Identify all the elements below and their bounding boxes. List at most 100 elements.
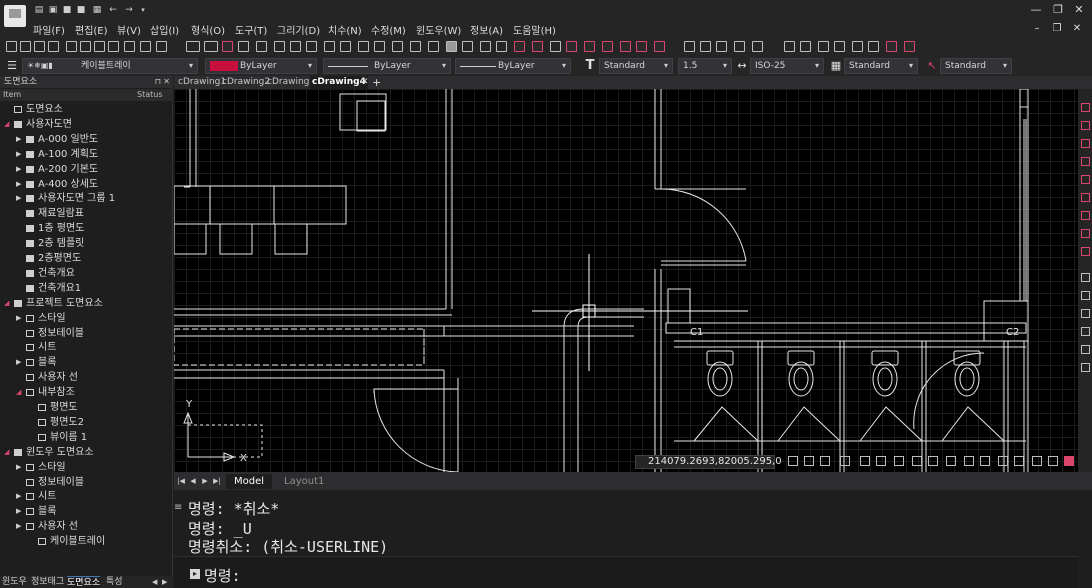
layer-state-icon[interactable] — [904, 41, 915, 52]
panel-tab-infotag[interactable]: 정보태그 — [31, 576, 64, 588]
rectangle-tool-icon[interactable] — [324, 41, 335, 52]
tree-item[interactable]: 평면도2 — [0, 415, 168, 430]
spline-tool-icon[interactable] — [410, 41, 421, 52]
expanded-icon[interactable]: ◢ — [16, 385, 24, 400]
tree-item[interactable]: 정보테이블 — [0, 475, 168, 490]
modify-tool-icon[interactable] — [700, 41, 711, 52]
dim-style-dropdown[interactable]: ISO-25 ▾ — [750, 58, 824, 74]
layer-state-icon[interactable] — [800, 41, 811, 52]
close-icon[interactable]: ✕ — [1071, 3, 1087, 17]
layer-state-icon[interactable] — [834, 41, 845, 52]
hardware-icon[interactable] — [1014, 456, 1024, 466]
tree-item[interactable]: ◢ 사용자도면 — [0, 117, 168, 132]
tab-model[interactable]: Model — [226, 474, 273, 489]
otrack-icon[interactable] — [876, 456, 886, 466]
prev-layout-icon[interactable]: ◀ — [188, 475, 198, 487]
gradient-tool-icon[interactable] — [462, 41, 473, 52]
tree-item[interactable]: 평면도 — [0, 400, 168, 415]
view-tool-icon[interactable] — [1081, 291, 1090, 300]
tree-item[interactable]: 2층 템플릿 — [0, 236, 168, 251]
clean-screen-icon[interactable] — [1032, 456, 1042, 466]
text-style-dropdown[interactable]: Standard ▾ — [599, 58, 673, 74]
tree-item[interactable]: ▶ 스타일 — [0, 311, 168, 326]
text-height-dropdown[interactable]: 1.5 ▾ — [678, 58, 732, 74]
spline-tool-icon[interactable] — [274, 41, 285, 52]
circle-tool-icon[interactable] — [358, 41, 369, 52]
last-layout-icon[interactable]: ▶| — [212, 475, 222, 487]
collapsed-icon[interactable]: ▶ — [16, 311, 24, 326]
snap-icon[interactable] — [788, 456, 798, 466]
save-icon[interactable]: ■ — [62, 6, 72, 15]
layer-manager-icon[interactable]: ☰ — [6, 60, 18, 72]
revcloud-tool-icon[interactable] — [392, 41, 403, 52]
lineweight-icon[interactable] — [912, 456, 922, 466]
grip-icon[interactable]: ≡ — [174, 502, 182, 513]
layer-tool-icon[interactable] — [48, 41, 59, 52]
arrow-right-icon[interactable]: ▶ — [162, 576, 167, 588]
tree-item[interactable]: ▶ 사용자 선 — [0, 519, 168, 534]
table-tool-icon[interactable] — [496, 41, 507, 52]
column-status[interactable]: Status — [137, 89, 163, 101]
panel-tab-properties[interactable]: 특성 — [106, 576, 123, 588]
dimension-tool-icon[interactable] — [1081, 139, 1090, 148]
dimension-tool-icon[interactable] — [1081, 211, 1090, 220]
match-tool-icon[interactable] — [66, 41, 77, 52]
arrow-left-icon[interactable]: ◀ — [152, 576, 157, 588]
close-tab-icon[interactable]: ✕ — [361, 76, 369, 89]
ellipse-tool-icon[interactable] — [428, 41, 439, 52]
dimension-tool-icon[interactable] — [1081, 103, 1090, 112]
menu-dimension[interactable]: 치수(N) — [328, 22, 362, 37]
grid-icon[interactable] — [804, 456, 814, 466]
doc-minimize-icon[interactable]: – — [1030, 22, 1044, 36]
polar-icon[interactable] — [840, 456, 850, 466]
dimension-tool-icon[interactable] — [1081, 193, 1090, 202]
collapsed-icon[interactable]: ▶ — [16, 132, 24, 147]
insert-tool-icon[interactable] — [550, 41, 561, 52]
view-tool-icon[interactable] — [1081, 327, 1090, 336]
match-tool-icon[interactable] — [140, 41, 151, 52]
tree-item[interactable]: 1층 평면도 — [0, 221, 168, 236]
redo-icon[interactable]: → — [124, 6, 134, 15]
polygon-tool-icon[interactable] — [306, 41, 317, 52]
print-icon[interactable]: ▦ — [92, 6, 102, 15]
new-tab-icon[interactable]: + — [372, 76, 381, 89]
match-tool-icon[interactable] — [108, 41, 119, 52]
tree-item[interactable]: ◢ 내부참조 — [0, 385, 168, 400]
column-item[interactable]: Item — [3, 89, 21, 101]
table-style-dropdown[interactable]: Standard ▾ — [844, 58, 918, 74]
insert-tool-icon[interactable] — [584, 41, 595, 52]
collapsed-icon[interactable]: ▶ — [16, 355, 24, 370]
layer-tool-icon[interactable] — [34, 41, 45, 52]
dimension-tool-icon[interactable] — [1081, 229, 1090, 238]
viewport-icon[interactable] — [1048, 456, 1058, 466]
point-tool-icon[interactable] — [602, 41, 613, 52]
tab-cdrawing4[interactable]: cDrawing4 — [310, 76, 368, 89]
modify-tool-icon[interactable] — [684, 41, 695, 52]
layer-dropdown[interactable]: ☀❄▣▮ 케이블트레이 ▾ — [22, 58, 198, 74]
menu-window[interactable]: 윈도우(W) — [416, 22, 461, 37]
modify-tool-icon[interactable] — [752, 41, 763, 52]
doc-close-icon[interactable]: ✕ — [1070, 22, 1084, 36]
tree-item[interactable]: 케이블트레이 — [0, 534, 168, 549]
dimension-tool-icon[interactable] — [1081, 175, 1090, 184]
region-tool-icon[interactable] — [480, 41, 491, 52]
tree-item[interactable]: 도면요소 — [0, 102, 168, 117]
pin-icon[interactable]: ⊓ — [155, 76, 161, 88]
multileader-style-dropdown[interactable]: Standard ▾ — [940, 58, 1012, 74]
tree-item[interactable]: 정보테이블 — [0, 326, 168, 341]
tree-item[interactable]: 건축개요1 — [0, 281, 168, 296]
close-icon[interactable]: ✕ — [163, 76, 170, 88]
view-tool-icon[interactable] — [1081, 363, 1090, 372]
customize-icon[interactable] — [1064, 456, 1074, 466]
dim-style-icon[interactable]: ↔ — [736, 60, 748, 72]
donut-tool-icon[interactable] — [374, 41, 385, 52]
command-input[interactable] — [264, 565, 964, 583]
lineweight-dropdown[interactable]: ByLayer ▾ — [455, 58, 571, 74]
ray-tool-icon[interactable] — [256, 41, 267, 52]
point-tool-icon[interactable] — [654, 41, 665, 52]
tree-item[interactable]: ▶ A-100 계획도 — [0, 147, 168, 162]
restore-icon[interactable]: ❐ — [1050, 3, 1066, 17]
collapsed-icon[interactable]: ▶ — [16, 519, 24, 534]
tree-item[interactable]: ▶ A-000 일반도 — [0, 132, 168, 147]
tree-item[interactable]: ▶ A-200 기본도 — [0, 162, 168, 177]
